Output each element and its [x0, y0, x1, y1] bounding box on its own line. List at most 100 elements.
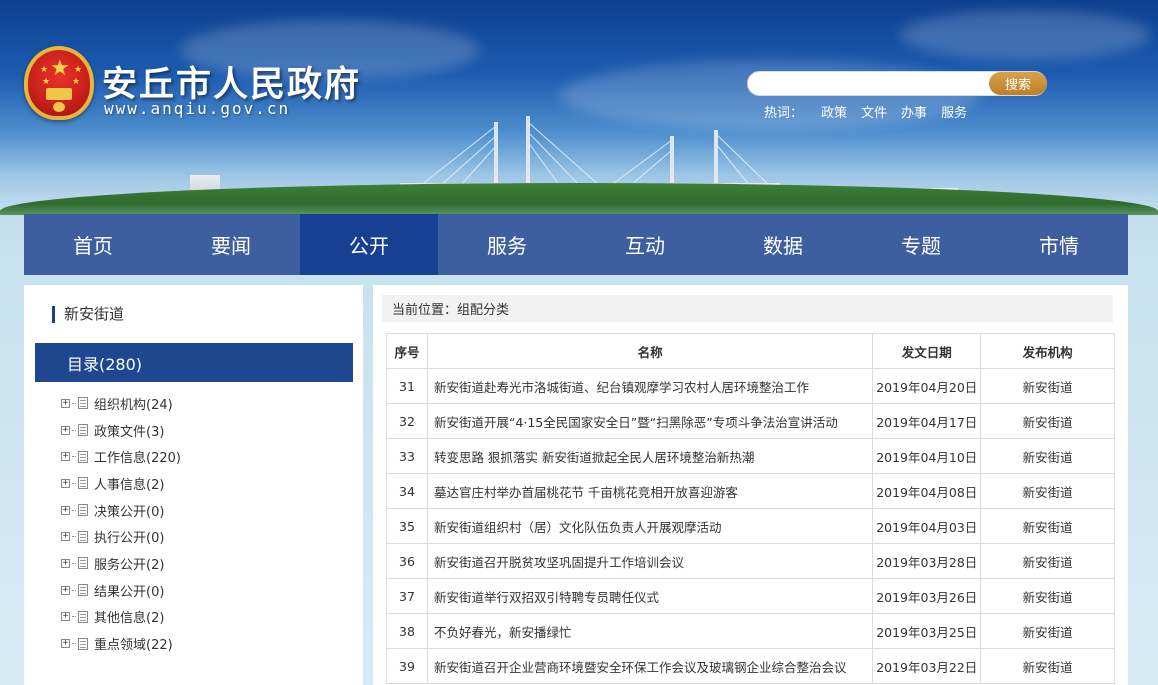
row-title-link[interactable]: 墓达官庄村举办首届桃花节 千亩桃花竞相开放喜迎游客	[426, 473, 874, 509]
table-row: 31 新安街道赴寿光市洛城街道、纪台镇观摩学习农村人居环境整治工作 2019年0…	[386, 368, 1115, 404]
document-icon	[78, 530, 88, 543]
tree-item-execution[interactable]: + 执行公开(0)	[61, 523, 181, 550]
hotwords: 热词： 政策 文件 办事 服务	[764, 102, 967, 121]
bridge-illustration	[400, 116, 780, 190]
table-row: 38 不负好春光，新安播绿忙 2019年03月25日 新安街道	[386, 613, 1115, 649]
tree-item-label: 服务公开(2)	[94, 557, 165, 573]
expand-icon[interactable]: +	[61, 532, 70, 542]
nav-topics[interactable]: 专题	[852, 214, 990, 275]
row-title-link[interactable]: 新安街道举行双招双引特聘专员聘任仪式	[426, 578, 874, 614]
column-header: 发布机构	[980, 333, 1115, 369]
sky-cloud	[900, 10, 1150, 60]
expand-icon[interactable]: +	[61, 425, 70, 435]
nav-interact[interactable]: 互动	[576, 214, 714, 275]
content-panel: 当前位置：组配分类 序号 名称 发文日期 发布机构 31 新安街道赴寿光市洛城街…	[373, 285, 1128, 685]
expand-icon[interactable]: +	[61, 639, 70, 649]
expand-icon[interactable]: +	[61, 478, 70, 488]
site-header: ★ ★ ★ ★ ★ 安丘市人民政府 www.anqiu.gov.cn 搜索 热词…	[0, 0, 1158, 215]
hotword-link[interactable]: 政策	[821, 102, 847, 121]
hotword-link[interactable]: 办事	[901, 102, 927, 121]
tree-item-label: 人事信息(2)	[94, 477, 165, 493]
row-date: 2019年03月26日	[872, 578, 982, 614]
row-org: 新安街道	[980, 543, 1115, 579]
tree-item-label: 政策文件(3)	[94, 424, 165, 440]
row-title-link[interactable]: 转变思路 狠抓落实 新安街道掀起全民人居环境整治新热潮	[426, 438, 874, 474]
row-org: 新安街道	[980, 613, 1115, 649]
expand-icon[interactable]: +	[61, 398, 70, 408]
table-row: 39 新安街道召开企业营商环境暨安全环保工作会议及玻璃钢企业综合整治会议 201…	[386, 648, 1115, 684]
search-button[interactable]: 搜索	[989, 72, 1047, 95]
row-org: 新安街道	[980, 578, 1115, 614]
nav-city[interactable]: 市情	[990, 214, 1128, 275]
sidebar: 新安街道 目录(280) + 组织机构(24) + 政策文件(3) + 工作信息(22…	[24, 285, 363, 685]
tree-item-result[interactable]: + 结果公开(0)	[61, 577, 181, 604]
nav-news[interactable]: 要闻	[162, 214, 300, 275]
main-nav: 首页 要闻 公开 服务 互动 数据 专题 市情	[24, 214, 1128, 275]
tree-item-org[interactable]: + 组织机构(24)	[61, 390, 181, 417]
hotword-link[interactable]: 服务	[941, 102, 967, 121]
row-number: 37	[386, 578, 428, 614]
row-title-link[interactable]: 新安街道组织村（居）文化队伍负责人开展观摩活动	[426, 508, 874, 544]
tree-item-label: 决策公开(0)	[94, 504, 165, 520]
expand-icon[interactable]: +	[61, 452, 70, 462]
column-header: 发文日期	[872, 333, 982, 369]
row-org: 新安街道	[980, 438, 1115, 474]
national-emblem-icon: ★ ★ ★ ★ ★	[24, 46, 94, 120]
tree-line	[0, 183, 1158, 215]
nav-service[interactable]: 服务	[438, 214, 576, 275]
row-date: 2019年04月08日	[872, 473, 982, 509]
row-number: 35	[386, 508, 428, 544]
row-title-link[interactable]: 新安街道召开脱贫攻坚巩固提升工作培训会议	[426, 543, 874, 579]
document-icon	[78, 477, 88, 490]
tree-item-key-areas[interactable]: + 重点领域(22)	[61, 630, 181, 657]
table-row: 37 新安街道举行双招双引特聘专员聘任仪式 2019年03月26日 新安街道	[386, 578, 1115, 614]
tree-item-label: 组织机构(24)	[94, 397, 173, 413]
table-row: 36 新安街道召开脱贫攻坚巩固提升工作培训会议 2019年03月28日 新安街道	[386, 543, 1115, 579]
site-url: www.anqiu.gov.cn	[104, 99, 291, 118]
row-org: 新安街道	[980, 403, 1115, 439]
document-icon	[78, 610, 88, 623]
row-date: 2019年04月17日	[872, 403, 982, 439]
column-header: 序号	[386, 333, 428, 369]
document-icon	[78, 424, 88, 437]
expand-icon[interactable]: +	[61, 612, 70, 622]
row-org: 新安街道	[980, 648, 1115, 684]
row-number: 38	[386, 613, 428, 649]
document-icon	[78, 504, 88, 517]
breadcrumb: 当前位置：组配分类	[382, 295, 1113, 322]
document-table: 序号 名称 发文日期 发布机构 31 新安街道赴寿光市洛城街道、纪台镇观摩学习农…	[386, 333, 1115, 684]
tree-item-personnel[interactable]: + 人事信息(2)	[61, 470, 181, 497]
document-icon	[78, 584, 88, 597]
hotword-link[interactable]: 文件	[861, 102, 887, 121]
row-title-link[interactable]: 不负好春光，新安播绿忙	[426, 613, 874, 649]
catalog-tree: + 组织机构(24) + 政策文件(3) + 工作信息(220) + 人事信息(2) +…	[61, 390, 181, 657]
tree-item-other[interactable]: + 其他信息(2)	[61, 604, 181, 631]
tree-item-decision[interactable]: + 决策公开(0)	[61, 497, 181, 524]
nav-data[interactable]: 数据	[714, 214, 852, 275]
row-date: 2019年04月20日	[872, 368, 982, 404]
column-header: 名称	[426, 333, 874, 369]
table-row: 34 墓达官庄村举办首届桃花节 千亩桃花竞相开放喜迎游客 2019年04月08日…	[386, 473, 1115, 509]
tree-item-service[interactable]: + 服务公开(2)	[61, 550, 181, 577]
table-row: 33 转变思路 狠抓落实 新安街道掀起全民人居环境整治新热潮 2019年04月1…	[386, 438, 1115, 474]
tree-item-label: 结果公开(0)	[94, 584, 165, 600]
tree-item-work[interactable]: + 工作信息(220)	[61, 443, 181, 470]
expand-icon[interactable]: +	[61, 585, 70, 595]
row-title-link[interactable]: 新安街道赴寿光市洛城街道、纪台镇观摩学习农村人居环境整治工作	[426, 368, 874, 404]
document-icon	[78, 450, 88, 463]
nav-home[interactable]: 首页	[24, 214, 162, 275]
catalog-header[interactable]: 目录(280)	[35, 343, 353, 382]
search-input[interactable]	[760, 74, 985, 94]
tree-item-policy[interactable]: + 政策文件(3)	[61, 417, 181, 444]
row-number: 36	[386, 543, 428, 579]
expand-icon[interactable]: +	[61, 505, 70, 515]
nav-public[interactable]: 公开	[300, 214, 438, 275]
row-title-link[interactable]: 新安街道开展“4·15全民国家安全日”暨“扫黑除恶”专项斗争法治宣讲活动	[426, 403, 874, 439]
row-date: 2019年04月10日	[872, 438, 982, 474]
row-title-link[interactable]: 新安街道召开企业营商环境暨安全环保工作会议及玻璃钢企业综合整治会议	[426, 648, 874, 684]
expand-icon[interactable]: +	[61, 558, 70, 568]
row-number: 34	[386, 473, 428, 509]
hotwords-label: 热词：	[764, 106, 804, 121]
row-number: 31	[386, 368, 428, 404]
row-org: 新安街道	[980, 508, 1115, 544]
